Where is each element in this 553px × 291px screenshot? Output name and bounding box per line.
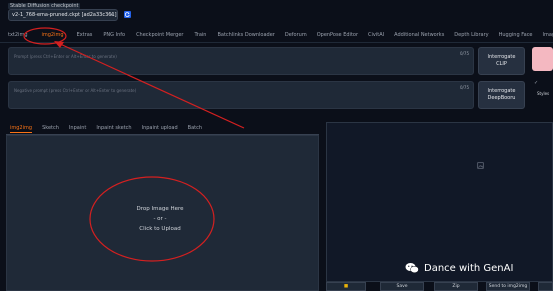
drop-line-2: - or - — [153, 216, 167, 222]
tab-train[interactable]: Train — [194, 30, 206, 40]
save-button[interactable]: Save — [380, 282, 424, 291]
apply-style-icon[interactable]: ✓ — [534, 80, 538, 86]
checkpoint-value: v2-1_768-ema-pruned.ckpt [ad2a33c361] — [12, 12, 117, 18]
negative-prompt-placeholder: Negative prompt (press Ctrl+Enter or Alt… — [14, 88, 137, 93]
tab-civitai[interactable]: CivitAI — [368, 30, 384, 40]
style-action-icons[interactable]: ✓ — [534, 80, 538, 86]
send-to-img2img-button[interactable]: Send to img2img — [486, 282, 530, 291]
checkpoint-select[interactable]: v2-1_768-ema-pruned.ckpt [ad2a33c361] ▾ — [8, 9, 118, 21]
interrogate-deepbooru-button[interactable]: Interrogate DeepBooru — [478, 81, 525, 109]
image-placeholder-icon — [477, 162, 484, 171]
tabs-divider — [0, 42, 553, 43]
tab-checkpoint-merger[interactable]: Checkpoint Merger — [136, 30, 183, 40]
open-folder-button[interactable]: ■ — [326, 282, 366, 291]
negative-prompt-input[interactable]: Negative prompt (press Ctrl+Enter or Alt… — [8, 81, 474, 109]
subtab-img2img[interactable]: img2img — [10, 124, 33, 133]
wechat-icon — [405, 263, 419, 273]
refresh-icon — [125, 12, 130, 17]
output-gallery — [326, 122, 553, 282]
send-to-more-button[interactable] — [538, 282, 553, 291]
tab-image-browser[interactable]: Image Browser — [543, 30, 553, 40]
refresh-checkpoint-button[interactable] — [124, 11, 131, 18]
tab-img2img[interactable]: img2img — [42, 30, 64, 40]
main-tabs: txt2img img2img Extras PNG Info Checkpoi… — [0, 30, 553, 40]
subtab-inpaint-upload[interactable]: Inpaint upload — [142, 124, 178, 133]
negative-prompt-token-counter: 0/75 — [460, 85, 469, 90]
zip-button[interactable]: Zip — [434, 282, 478, 291]
drop-line-1: Drop Image Here — [136, 206, 184, 212]
prompt-input[interactable]: Prompt (press Ctrl+Enter or Alt+Enter to… — [8, 47, 474, 75]
generate-button[interactable] — [532, 47, 553, 71]
tab-additional-networks[interactable]: Additional Networks — [394, 30, 444, 40]
prompt-placeholder: Prompt (press Ctrl+Enter or Alt+Enter to… — [14, 54, 117, 59]
styles-label: Styles — [537, 91, 550, 96]
tab-png-info[interactable]: PNG Info — [103, 30, 125, 40]
drop-instructions[interactable]: Drop Image Here - or - Click to Upload — [125, 204, 195, 234]
tab-openpose-editor[interactable]: OpenPose Editor — [317, 30, 358, 40]
chevron-down-icon: ▾ — [110, 12, 113, 18]
subtab-inpaint-sketch[interactable]: Inpaint sketch — [96, 124, 131, 133]
tab-batchlinks-downloader[interactable]: Batchlinks Downloader — [217, 30, 274, 40]
subtab-batch[interactable]: Batch — [188, 124, 202, 133]
watermark: Dance with GenAI — [405, 262, 513, 274]
drop-line-3: Click to Upload — [139, 226, 181, 232]
tab-hugging-face[interactable]: Hugging Face — [499, 30, 533, 40]
tab-deforum[interactable]: Deforum — [285, 30, 307, 40]
watermark-text: Dance with GenAI — [424, 262, 514, 274]
img2img-subtabs: img2img Sketch Inpaint Inpaint sketch In… — [10, 124, 202, 133]
prompt-token-counter: 0/75 — [460, 51, 469, 56]
subtab-inpaint[interactable]: Inpaint — [69, 124, 86, 133]
tab-txt2img[interactable]: txt2img — [8, 30, 28, 40]
subtab-sketch[interactable]: Sketch — [42, 124, 59, 133]
tab-extras[interactable]: Extras — [77, 30, 93, 40]
folder-icon: ■ — [343, 284, 349, 289]
interrogate-clip-button[interactable]: Interrogate CLIP — [478, 47, 525, 75]
tab-depth-library[interactable]: Depth Library — [454, 30, 488, 40]
